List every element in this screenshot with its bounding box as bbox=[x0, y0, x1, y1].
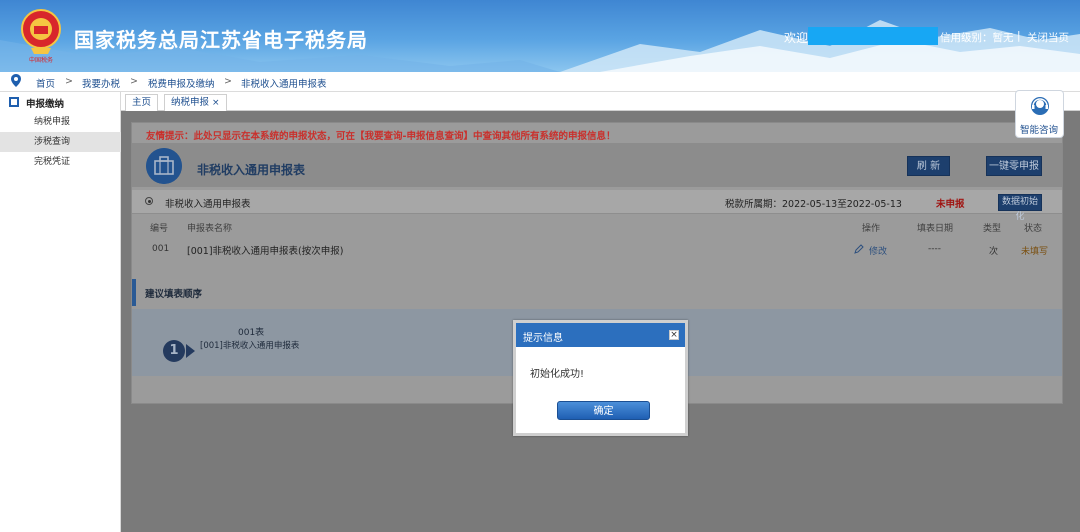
col-status: 状态 bbox=[1024, 224, 1043, 234]
tab-tax-declare[interactable]: 纳税申报 × bbox=[164, 94, 227, 111]
zero-declare-button[interactable]: 一键零申报 bbox=[986, 156, 1042, 176]
site-title: 国家税务总局江苏省电子税务局 bbox=[74, 28, 368, 52]
sidebar-item-tax-certificate[interactable]: 完税凭证 bbox=[0, 152, 121, 172]
briefcase-icon bbox=[146, 148, 182, 184]
dialog-message: 初始化成功! bbox=[530, 369, 585, 380]
data-init-button[interactable]: 数据初始化 bbox=[998, 194, 1042, 222]
sidebar-item-tax-query[interactable]: 涉税查询 bbox=[0, 132, 121, 152]
user-name-block bbox=[808, 27, 938, 45]
credit-level: 信用级别：暂无 bbox=[940, 32, 1014, 44]
refresh-button[interactable]: 刷 新 bbox=[907, 156, 950, 176]
top-header: 中国税务 国家税务总局江苏省电子税务局 欢迎 信用级别：暂无 | 关闭当页 bbox=[0, 0, 1080, 72]
col-fill-date: 填表日期 bbox=[917, 224, 954, 234]
breadcrumb-arrow: > bbox=[130, 76, 138, 87]
sidebar-section-label: 申报缴纳 bbox=[26, 99, 65, 110]
step-form-code[interactable]: 001表 bbox=[238, 325, 264, 338]
breadcrumb: 首页 > 我要办税 > 税费申报及缴纳 > 非税收入通用申报表 bbox=[0, 72, 1080, 92]
report-row bbox=[132, 190, 1062, 214]
edit-pencil-icon[interactable] bbox=[854, 244, 864, 254]
close-page-link[interactable]: 关闭当页 bbox=[1027, 30, 1069, 45]
confirm-button[interactable]: 确定 bbox=[557, 401, 650, 420]
breadcrumb-tax-affairs[interactable]: 我要办税 bbox=[82, 76, 120, 90]
step-number-badge: 1 bbox=[163, 340, 185, 362]
tab-home[interactable]: 主页 bbox=[125, 94, 159, 111]
form-title: 非税收入通用申报表 bbox=[197, 163, 306, 177]
col-type: 类型 bbox=[983, 224, 1002, 234]
row-type: 次 bbox=[989, 247, 999, 257]
tab-close-icon[interactable]: × bbox=[212, 98, 220, 108]
step-form-name[interactable]: [001]非税收入通用申报表 bbox=[200, 339, 299, 351]
welcome-text: 欢迎 bbox=[784, 31, 809, 45]
sidebar-section-declare[interactable]: 申报缴纳 bbox=[0, 92, 121, 112]
location-pin-icon bbox=[11, 74, 21, 87]
tax-emblem-icon: 中国税务 bbox=[21, 9, 61, 64]
info-dialog: 提示信息 × 初始化成功! 确定 bbox=[513, 320, 688, 436]
smart-consult-label[interactable]: 智能咨询 bbox=[1020, 122, 1058, 136]
breadcrumb-arrow: > bbox=[224, 76, 232, 87]
dialog-body: 初始化成功! 确定 bbox=[516, 347, 685, 433]
sidebar: 申报缴纳 纳税申报 涉税查询 完税凭证 bbox=[0, 92, 121, 532]
tax-period: 税款所属期：2022-05-13至2022-05-13 bbox=[725, 199, 902, 210]
suggest-title: 建议填表顺序 bbox=[145, 289, 203, 300]
col-operation: 操作 bbox=[862, 224, 881, 234]
edit-link[interactable]: 修改 bbox=[869, 244, 887, 257]
tab-bar: 主页 纳税申报 × bbox=[121, 92, 1080, 111]
breadcrumb-declare-pay[interactable]: 税费申报及缴纳 bbox=[148, 76, 215, 90]
svg-text:中国税务: 中国税务 bbox=[29, 56, 53, 64]
row-name: [001]非税收入通用申报表(按次申报) bbox=[187, 246, 344, 257]
tab-label: 纳税申报 bbox=[171, 97, 210, 108]
dialog-title: 提示信息 bbox=[523, 333, 563, 344]
row-fill-date: ---- bbox=[928, 244, 941, 254]
report-name: 非税收入通用申报表 bbox=[165, 199, 251, 210]
row-status: 未填写 bbox=[1021, 247, 1049, 257]
report-radio[interactable] bbox=[145, 197, 153, 205]
breadcrumb-arrow: > bbox=[65, 76, 73, 87]
col-no: 编号 bbox=[150, 224, 169, 234]
headset-icon bbox=[1031, 97, 1049, 115]
suggest-accent-bar bbox=[132, 279, 136, 306]
tab-label: 主页 bbox=[132, 97, 152, 108]
step-arrow-icon bbox=[186, 344, 195, 358]
declare-status: 未申报 bbox=[936, 199, 965, 210]
dialog-header: 提示信息 × bbox=[516, 323, 685, 347]
close-icon[interactable]: × bbox=[669, 330, 679, 340]
notice-text: 友情提示：此处只显示在本系统的申报状态，可在【我要查询-申报信息查询】中查询其他… bbox=[146, 131, 616, 142]
row-no: 001 bbox=[152, 244, 170, 254]
breadcrumb-home[interactable]: 首页 bbox=[36, 76, 55, 90]
form-icon bbox=[9, 97, 19, 107]
header-separator: | bbox=[1017, 30, 1021, 42]
sidebar-item-tax-declare[interactable]: 纳税申报 bbox=[0, 112, 121, 132]
breadcrumb-current: 非税收入通用申报表 bbox=[241, 79, 327, 90]
col-name: 申报表名称 bbox=[187, 224, 233, 234]
